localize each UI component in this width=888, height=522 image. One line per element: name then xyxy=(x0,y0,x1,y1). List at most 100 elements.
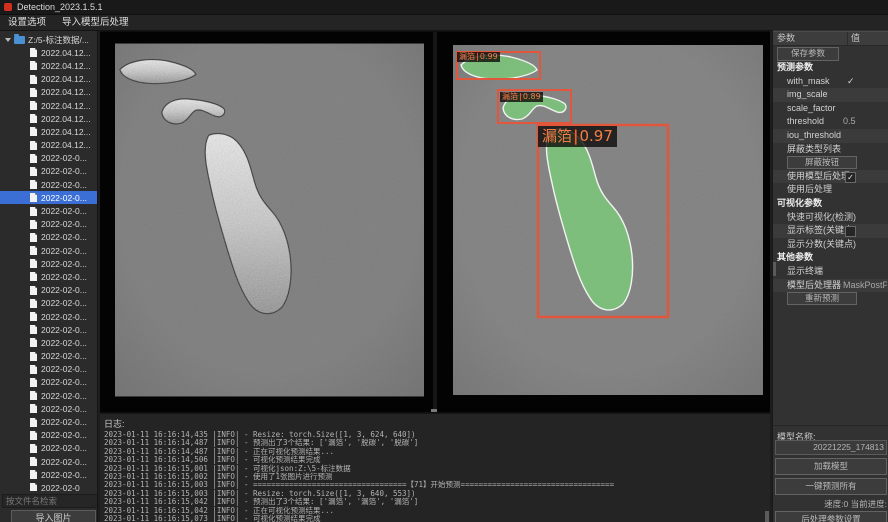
tree-item[interactable]: 2022-02-0... xyxy=(0,257,97,270)
tree-item-label: 2022-02-0... xyxy=(41,219,87,229)
file-icon xyxy=(30,220,37,229)
param-button[interactable]: 重新预测 xyxy=(787,292,857,305)
detection-class: 漏箔 xyxy=(502,92,518,101)
save-params-button[interactable]: 保存参数 xyxy=(777,47,839,61)
tree-item[interactable]: 2022-02-0... xyxy=(0,244,97,257)
log-scrollbar[interactable] xyxy=(765,511,769,522)
folder-icon xyxy=(14,36,25,44)
speed-progress-text: 速度:0 当前进度: xyxy=(775,498,887,510)
tree-item[interactable]: 2022-02-0... xyxy=(0,402,97,415)
tree-item[interactable]: 2022-02-0... xyxy=(0,165,97,178)
model-name-field[interactable]: 20221225_174813 xyxy=(775,440,887,455)
file-icon xyxy=(30,141,37,150)
param-label: 其他参数 xyxy=(773,251,888,265)
tree-item[interactable]: 2022.04.12... xyxy=(0,125,97,138)
load-model-button[interactable]: 加载模型 xyxy=(775,458,887,475)
tree-root-folder[interactable]: Z:/5-标注数据/... xyxy=(0,33,97,46)
param-row: 显示终端 xyxy=(773,265,888,279)
postprocess-settings-button[interactable]: 后处理参数设置 xyxy=(775,511,887,522)
tree-item[interactable]: 2022-02-0... xyxy=(0,284,97,297)
file-icon xyxy=(30,233,37,242)
param-label: scale_factor xyxy=(773,102,888,116)
tree-item[interactable]: 2022-02-0... xyxy=(0,270,97,283)
param-row: 显示标签(关键点) xyxy=(773,224,888,238)
param-label: 使用后处理 xyxy=(773,183,888,197)
tree-item[interactable]: 2022-02-0... xyxy=(0,178,97,191)
tree-item-label: 2022-02-0... xyxy=(41,417,87,427)
tree-item-label: 2022.04.12... xyxy=(41,48,91,58)
tree-item[interactable]: 2022-02-0... xyxy=(0,415,97,428)
file-icon xyxy=(30,127,37,136)
tree-item[interactable]: 2022-02-0... xyxy=(0,376,97,389)
log-panel: 日志: 2023-01-11 16:16:14,435 |INFO| - Res… xyxy=(100,413,770,522)
file-icon xyxy=(30,167,37,176)
tree-item[interactable]: 2022-02-0 xyxy=(0,481,97,491)
tree-item-label: 2022.04.12... xyxy=(41,140,91,150)
tree-item[interactable]: 2022-02-0... xyxy=(0,218,97,231)
tree-item[interactable]: 2022-02-0... xyxy=(0,297,97,310)
tree-item-label: 2022-02-0... xyxy=(41,457,87,467)
tree-item[interactable]: 2022-02-0... xyxy=(0,231,97,244)
checkbox[interactable] xyxy=(845,226,856,237)
param-row: 使用后处理 xyxy=(773,183,888,197)
tree-item-label: 2022.04.12... xyxy=(41,61,91,71)
tree-item[interactable]: 2022.04.12... xyxy=(0,139,97,152)
menu-item-settings[interactable]: 设置选项 xyxy=(0,15,54,30)
tree-item[interactable]: 2022-02-0... xyxy=(0,350,97,363)
file-icon xyxy=(30,418,37,427)
tree-item[interactable]: 2022.04.12... xyxy=(0,112,97,125)
tree-item[interactable]: 2022.04.12... xyxy=(0,99,97,112)
tree-item-label: 2022-02-0 xyxy=(41,483,80,491)
tree-item[interactable]: 2022-02-0... xyxy=(0,429,97,442)
file-icon xyxy=(30,101,37,110)
tree-item[interactable]: 2022-02-0... xyxy=(0,204,97,217)
file-icon xyxy=(30,180,37,189)
tree-item[interactable]: 2022.04.12... xyxy=(0,86,97,99)
tree-item[interactable]: 2022-02-0... xyxy=(0,336,97,349)
tree-item-label: 2022.04.12... xyxy=(41,127,91,137)
prediction-image: 漏箔|0.99漏箔|0.89漏箔|0.97 xyxy=(453,45,763,395)
file-icon xyxy=(30,325,37,334)
tree-item[interactable]: 2022.04.12... xyxy=(0,73,97,86)
tree-item[interactable]: 2022.04.12... xyxy=(0,46,97,59)
file-icon xyxy=(30,48,37,57)
detection-score: 0.97 xyxy=(580,127,613,145)
tree-item[interactable]: 2022-02-0... xyxy=(0,363,97,376)
import-images-button[interactable]: 导入图片 xyxy=(11,510,96,522)
param-row: scale_factor xyxy=(773,102,888,116)
param-scrollbar[interactable] xyxy=(773,262,776,276)
tree-item[interactable]: 2022-02-0... xyxy=(0,323,97,336)
menu-item-import-postprocess[interactable]: 导入模型后处理 xyxy=(54,15,137,30)
tree-item[interactable]: 2022.04.12... xyxy=(0,59,97,72)
param-button[interactable]: 屏蔽按钮 xyxy=(787,156,857,169)
predict-all-button[interactable]: 一键预测所有 xyxy=(775,478,887,495)
file-icon xyxy=(30,154,37,163)
expander-icon[interactable] xyxy=(5,38,11,42)
search-input[interactable] xyxy=(2,494,98,508)
tree-item[interactable]: 2022-02-0... xyxy=(0,442,97,455)
tree-item[interactable]: 2022-02-0... xyxy=(0,389,97,402)
param-row: threshold0.5 xyxy=(773,115,888,129)
param-section: 其他参数 xyxy=(773,251,888,265)
file-icon xyxy=(30,431,37,440)
tree-item-label: 2022-02-0... xyxy=(41,166,87,176)
tree-item[interactable]: 2022-02-0... xyxy=(0,455,97,468)
file-icon xyxy=(30,193,37,202)
tree-item-label: 2022-02-0... xyxy=(41,377,87,387)
tree-root-label: Z:/5-标注数据/... xyxy=(28,34,89,46)
file-icon xyxy=(30,378,37,387)
param-label: with_mask xyxy=(773,75,888,89)
param-label: 预测参数 xyxy=(773,61,888,75)
file-icon xyxy=(30,352,37,361)
tree-item[interactable]: 2022-02-0... xyxy=(0,310,97,323)
tree-item[interactable]: 2022-02-0... xyxy=(0,191,97,204)
checkbox[interactable]: ✓ xyxy=(845,172,856,183)
param-label: 显示标签(关键点) xyxy=(773,224,888,238)
tree-item[interactable]: 2022-02-0... xyxy=(0,152,97,165)
tree-item-label: 2022-02-0... xyxy=(41,259,87,269)
param-label: iou_threshold xyxy=(773,129,888,143)
param-value: 0.5 xyxy=(843,115,887,129)
param-row: iou_threshold xyxy=(773,129,888,143)
tree-item-label: 2022-02-0... xyxy=(41,391,87,401)
tree-item[interactable]: 2022-02-0... xyxy=(0,468,97,481)
